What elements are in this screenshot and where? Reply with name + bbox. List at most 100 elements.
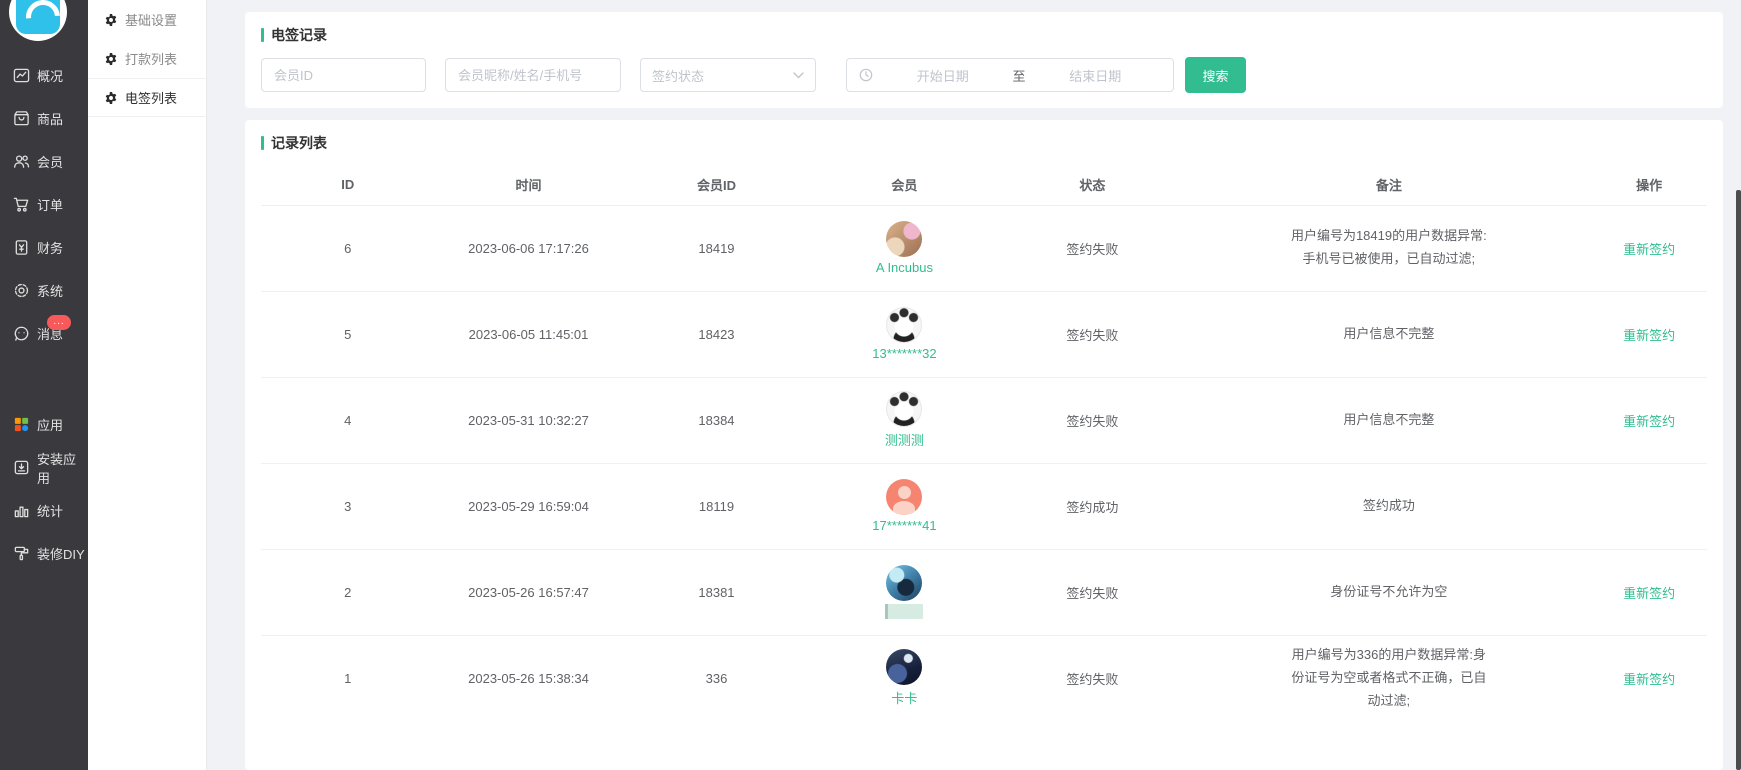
- col-header-status: 状态: [998, 165, 1186, 205]
- member-name-redacted[interactable]: [885, 604, 923, 619]
- decorate-diy-icon: [13, 545, 30, 562]
- sidebar-item-label: 系统: [37, 281, 63, 300]
- cell-status: 签约失败: [998, 549, 1186, 635]
- sidebar-item-label: 统计: [37, 501, 63, 520]
- cell-action: 重新签约: [1591, 549, 1707, 635]
- submenu-item-label: 打款列表: [125, 49, 177, 68]
- cell-remark: 身份证号不允许为空: [1186, 549, 1591, 635]
- gear-icon: [105, 92, 117, 104]
- sidebar-item-install-apps[interactable]: 安装应用: [0, 446, 88, 489]
- cell-time: 2023-05-29 16:59:04: [435, 463, 623, 549]
- main-nav: 概况 商品 会员 订单 财务: [0, 54, 88, 355]
- date-range-separator: 至: [1013, 66, 1026, 85]
- cell-id: 3: [261, 463, 435, 549]
- col-header-action: 操作: [1591, 165, 1707, 205]
- sidebar-item-decorate-diy[interactable]: 装修DIY: [0, 532, 88, 575]
- record-list-title-text: 记录列表: [271, 133, 327, 153]
- sign-status-placeholder: 签约状态: [652, 66, 704, 85]
- cell-member: 17*******41: [810, 463, 998, 549]
- cell-member-id: 336: [622, 635, 810, 721]
- cell-id: 1: [261, 635, 435, 721]
- cell-action: 重新签约: [1591, 635, 1707, 721]
- sidebar-item-overview[interactable]: 概况: [0, 54, 88, 97]
- orders-icon: [13, 196, 30, 213]
- cell-member-id: 18419: [622, 205, 810, 291]
- cell-remark: 签约成功: [1186, 463, 1591, 549]
- message-icon: [13, 325, 30, 342]
- record-list-card: 记录列表 ID 时间 会员ID 会员 状态 备注 操作 62023-06-06 …: [245, 120, 1723, 770]
- date-range-picker[interactable]: 开始日期 至 结束日期: [846, 58, 1174, 92]
- sidebar-item-finance[interactable]: 财务: [0, 226, 88, 269]
- member-name-link[interactable]: 测测测: [885, 430, 924, 449]
- sidebar-item-messages[interactable]: 消息 ...: [0, 312, 88, 355]
- re-sign-link[interactable]: 重新签约: [1623, 242, 1675, 257]
- col-header-member: 会员: [810, 165, 998, 205]
- chevron-down-icon: [793, 72, 804, 79]
- cell-member-id: 18384: [622, 377, 810, 463]
- cell-action: 重新签约: [1591, 291, 1707, 377]
- search-card-title-text: 电签记录: [271, 25, 327, 45]
- re-sign-link[interactable]: 重新签约: [1623, 328, 1675, 343]
- clock-icon: [859, 68, 873, 82]
- cell-member: 13*******32: [810, 291, 998, 377]
- esign-record-search-card: 电签记录 签约状态 开始日期 至 结束日期 搜索: [245, 12, 1723, 108]
- re-sign-link[interactable]: 重新签约: [1623, 672, 1675, 687]
- sidebar-item-orders[interactable]: 订单: [0, 183, 88, 226]
- sidebar-item-label: 财务: [37, 238, 63, 257]
- sidebar-item-stats[interactable]: 统计: [0, 489, 88, 532]
- cell-remark: 用户信息不完整: [1186, 377, 1591, 463]
- scrollbar-thumb[interactable]: [1736, 190, 1741, 770]
- sidebar-item-system[interactable]: 系统: [0, 269, 88, 312]
- submenu-item-esign-list[interactable]: 电签列表: [88, 78, 206, 117]
- cell-time: 2023-06-05 11:45:01: [435, 291, 623, 377]
- sub-sidebar: 基础设置 打款列表 电签列表: [88, 0, 207, 770]
- sidebar-item-goods[interactable]: 商品: [0, 97, 88, 140]
- cell-remark: 用户编号为18419的用户数据异常: 手机号已被使用，已自动过滤;: [1186, 205, 1591, 291]
- submenu-item-label: 基础设置: [125, 10, 177, 29]
- submenu-item-payment-list[interactable]: 打款列表: [88, 39, 206, 78]
- table-row: 12023-05-26 15:38:34336卡卡签约失败用户编号为336的用户…: [261, 635, 1707, 721]
- cell-action: 重新签约: [1591, 205, 1707, 291]
- re-sign-link[interactable]: 重新签约: [1623, 414, 1675, 429]
- cell-status: 签约失败: [998, 377, 1186, 463]
- app-logo[interactable]: [9, 0, 67, 41]
- overview-icon: [13, 67, 30, 84]
- member-name-link[interactable]: 17*******41: [872, 518, 936, 533]
- stats-icon: [13, 502, 30, 519]
- vertical-scrollbar[interactable]: [1736, 0, 1741, 770]
- title-accent-bar: [261, 28, 264, 42]
- search-button[interactable]: 搜索: [1185, 57, 1246, 93]
- search-card-title: 电签记录: [261, 25, 1707, 45]
- cell-action: 重新签约: [1591, 377, 1707, 463]
- member-name-link[interactable]: A Incubus: [876, 260, 933, 275]
- re-sign-link[interactable]: 重新签约: [1623, 586, 1675, 601]
- cell-remark: 用户信息不完整: [1186, 291, 1591, 377]
- app-logo-icon: [16, 0, 60, 34]
- cell-time: 2023-06-06 17:17:26: [435, 205, 623, 291]
- sidebar-item-label: 概况: [37, 66, 63, 85]
- member-id-input[interactable]: [261, 58, 426, 92]
- title-accent-bar: [261, 136, 264, 150]
- col-header-id: ID: [261, 165, 435, 205]
- gear-icon: [105, 14, 117, 26]
- col-header-time: 时间: [435, 165, 623, 205]
- member-name-input[interactable]: [445, 58, 621, 92]
- table-row: 32023-05-29 16:59:041811917*******41签约成功…: [261, 463, 1707, 549]
- member-name-link[interactable]: 卡卡: [891, 688, 917, 707]
- cell-action: [1591, 463, 1707, 549]
- cell-time: 2023-05-31 10:32:27: [435, 377, 623, 463]
- sign-status-select[interactable]: 签约状态: [640, 58, 816, 92]
- members-icon: [13, 153, 30, 170]
- gear-icon: [105, 53, 117, 65]
- cell-time: 2023-05-26 16:57:47: [435, 549, 623, 635]
- cell-status: 签约成功: [998, 463, 1186, 549]
- sidebar-item-members[interactable]: 会员: [0, 140, 88, 183]
- member-name-link[interactable]: 13*******32: [872, 346, 936, 361]
- bottom-nav: 应用 安装应用 统计 装修DIY: [0, 403, 88, 575]
- sidebar-item-label: 装修DIY: [37, 544, 85, 563]
- sidebar-item-label: 商品: [37, 109, 63, 128]
- col-header-remark: 备注: [1186, 165, 1591, 205]
- submenu-item-basic-settings[interactable]: 基础设置: [88, 0, 206, 39]
- records-table: ID 时间 会员ID 会员 状态 备注 操作 62023-06-06 17:17…: [261, 165, 1707, 721]
- sidebar-item-apps[interactable]: 应用: [0, 403, 88, 446]
